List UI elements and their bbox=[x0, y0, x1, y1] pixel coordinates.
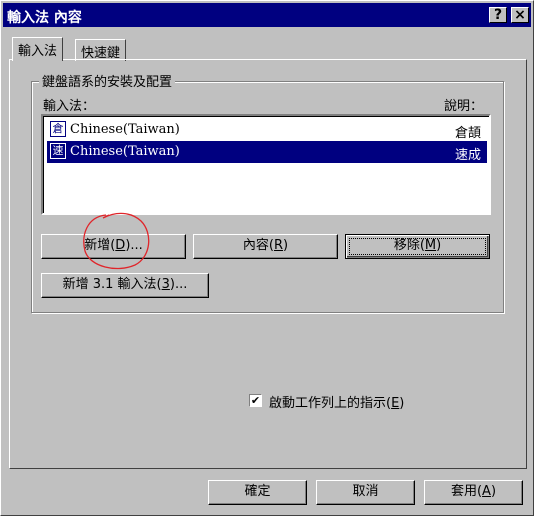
window-title: 輸入法 內容 bbox=[7, 10, 82, 26]
close-icon: × bbox=[514, 7, 526, 23]
title-bar[interactable]: 輸入法 內容 ? × bbox=[3, 3, 531, 27]
tab-input-method[interactable]: 輸入法 bbox=[12, 37, 64, 61]
apply-button[interactable]: 套用(A) bbox=[424, 480, 523, 505]
tab-panel bbox=[9, 59, 527, 469]
cancel-button[interactable]: 取消 bbox=[316, 480, 415, 505]
ok-button[interactable]: 確定 bbox=[208, 480, 307, 505]
properties-dialog: 輸入法 內容 ? × 輸入法 快速鍵 鍵盤語系的安裝及配置 輸入法： 說明： 倉… bbox=[0, 0, 534, 516]
tab-hotkeys[interactable]: 快速鍵 bbox=[75, 39, 127, 61]
help-button[interactable]: ? bbox=[489, 7, 507, 23]
group-title: 鍵盤語系的安裝及配置 bbox=[39, 71, 176, 90]
help-icon: ? bbox=[493, 7, 503, 23]
close-button[interactable]: × bbox=[511, 7, 529, 23]
